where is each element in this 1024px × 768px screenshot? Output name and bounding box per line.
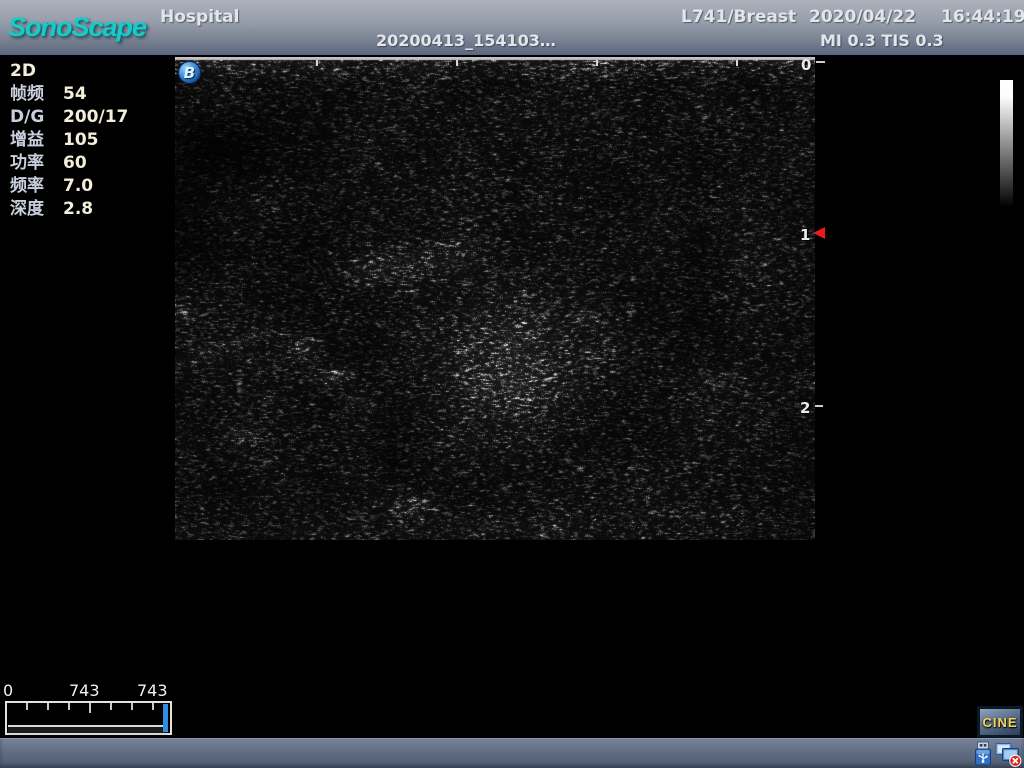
hospital-name: Hospital xyxy=(160,7,239,27)
param-panel: 2D 帧频 54 D/G 200/17 增益 105 功率 60 频率 7.0 … xyxy=(10,60,128,221)
exam-date: 2020/04/22 xyxy=(809,7,916,27)
cine-tick xyxy=(131,703,133,710)
param-row-gain: 增益 105 xyxy=(10,129,128,152)
sonoscape-screen: SonoScape Hospital L741/Breast 2020/04/2… xyxy=(0,0,1024,768)
ultrasound-canvas xyxy=(175,57,815,540)
param-row-depth: 深度 2.8 xyxy=(10,198,128,221)
param-label: D/G xyxy=(10,106,63,129)
mi-tis-indices: MI 0.3 TIS 0.3 xyxy=(820,31,944,50)
width-ruler-tick xyxy=(316,60,318,66)
b-mode-icon: B xyxy=(178,61,201,84)
depth-marker-1: 1 xyxy=(800,226,810,244)
depth-tick-0 xyxy=(816,61,825,63)
param-value: 200/17 xyxy=(63,106,128,129)
cine-position-thumb[interactable] xyxy=(163,704,168,732)
param-value: 7.0 xyxy=(63,175,93,198)
depth-tick-2 xyxy=(815,405,823,407)
depth-marker-0: 0 xyxy=(801,56,811,74)
usb-icon[interactable] xyxy=(973,741,993,767)
focus-marker-icon xyxy=(813,227,825,239)
param-label: 帧频 xyxy=(10,83,63,106)
param-value: 2.8 xyxy=(63,198,93,221)
param-label: 增益 xyxy=(10,129,63,152)
cine-tick xyxy=(152,703,154,710)
cine-total-label: 743 xyxy=(137,681,168,700)
cine-current-label: 743 xyxy=(69,681,100,700)
param-value: 105 xyxy=(63,129,99,152)
param-row-frame-rate: 帧频 54 xyxy=(10,83,128,106)
param-value: 60 xyxy=(63,152,87,175)
cine-tick xyxy=(47,703,49,710)
taskbar xyxy=(0,738,1024,768)
grayscale-bar xyxy=(1000,80,1013,207)
cine-tick xyxy=(26,703,28,710)
cine-start-label: 0 xyxy=(3,681,13,700)
param-row-dg: D/G 200/17 xyxy=(10,106,128,129)
width-ruler-tick xyxy=(456,60,458,66)
network-error-icon[interactable] xyxy=(995,742,1022,767)
file-name: 20200413_154103… xyxy=(376,31,556,50)
cine-groove xyxy=(8,725,167,735)
param-label: 频率 xyxy=(10,175,63,198)
mode-label: 2D xyxy=(10,60,128,83)
width-ruler-tick xyxy=(596,60,598,66)
param-value: 54 xyxy=(63,83,87,106)
cine-tick xyxy=(110,703,112,710)
cine-progress-bar[interactable] xyxy=(5,701,172,735)
param-label: 深度 xyxy=(10,198,63,221)
ultrasound-image: B xyxy=(175,57,815,540)
b-mode-letter: B xyxy=(184,64,195,82)
cine-tick xyxy=(89,703,91,713)
cine-tick xyxy=(68,703,70,710)
param-row-power: 功率 60 xyxy=(10,152,128,175)
exam-time: 16:44:19 xyxy=(941,7,1024,27)
width-ruler-tick xyxy=(736,60,738,66)
cine-button[interactable]: CINE xyxy=(977,706,1023,738)
probe-preset: L741/Breast xyxy=(681,7,796,27)
depth-marker-2: 2 xyxy=(800,399,810,417)
brand-logo: SonoScape xyxy=(8,12,146,43)
param-label: 功率 xyxy=(10,152,63,175)
param-row-frequency: 频率 7.0 xyxy=(10,175,128,198)
header-bar: SonoScape Hospital L741/Breast 2020/04/2… xyxy=(0,0,1024,55)
